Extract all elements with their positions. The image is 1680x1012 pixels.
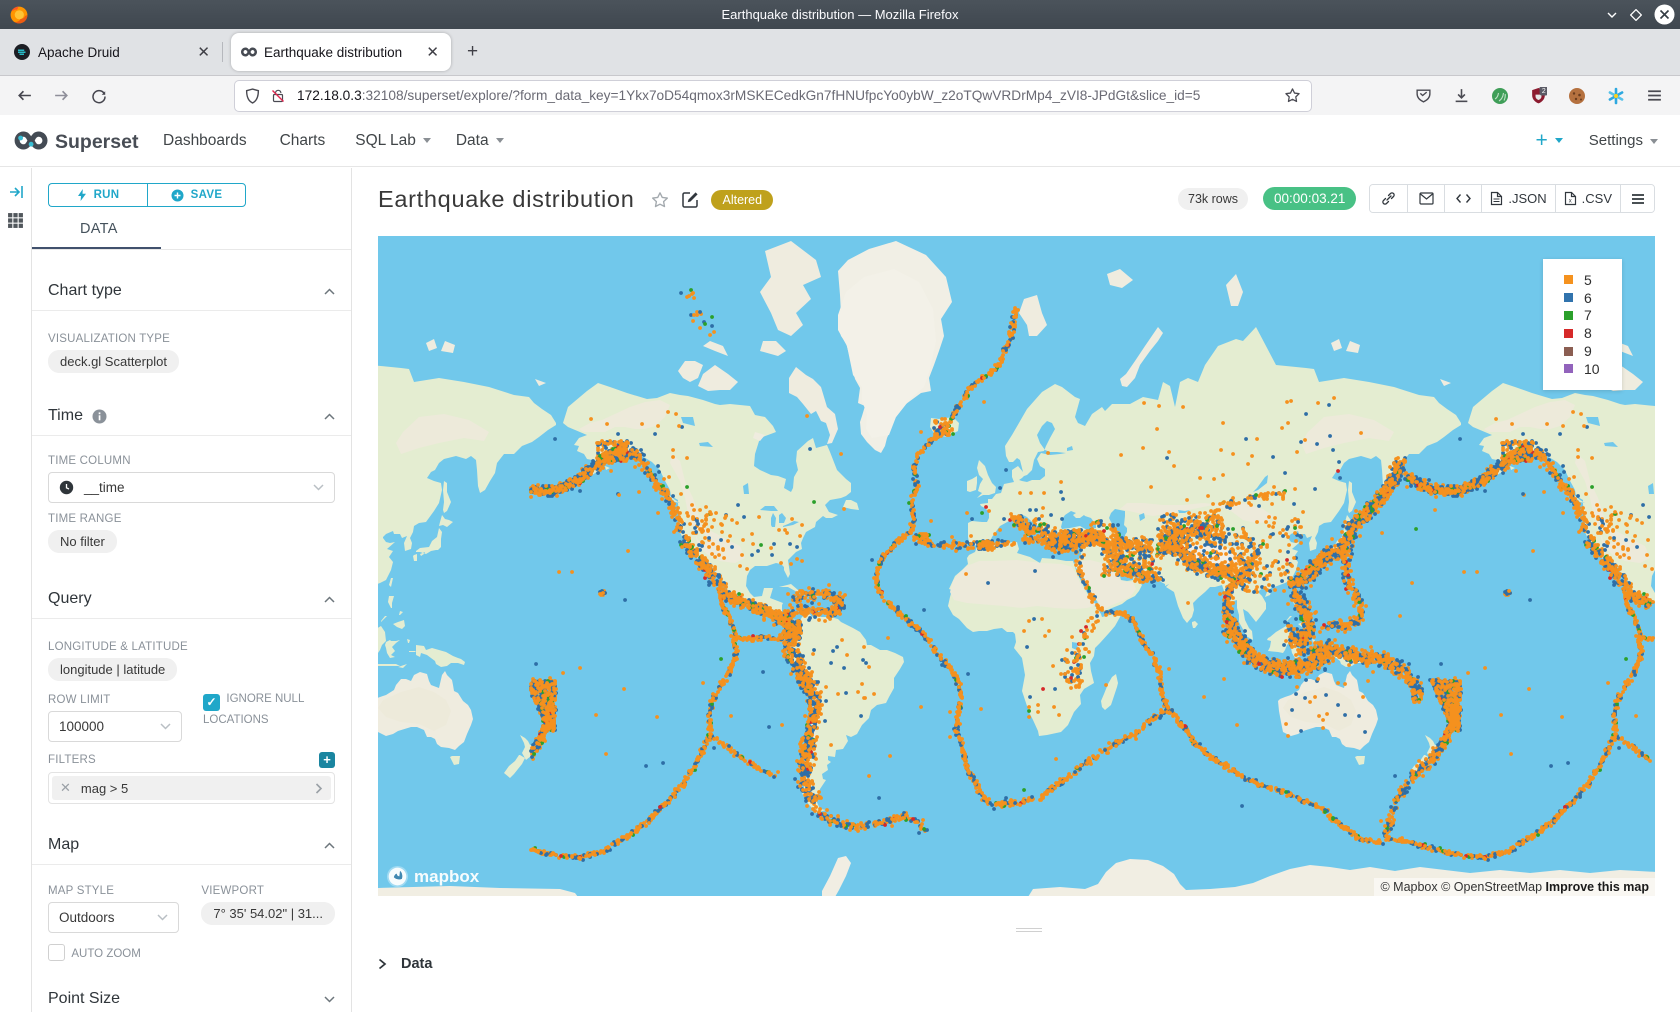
svg-text:2: 2 [1542, 87, 1546, 94]
svg-text:Superset: Superset [55, 131, 139, 153]
svg-text:x: x [1568, 199, 1571, 205]
